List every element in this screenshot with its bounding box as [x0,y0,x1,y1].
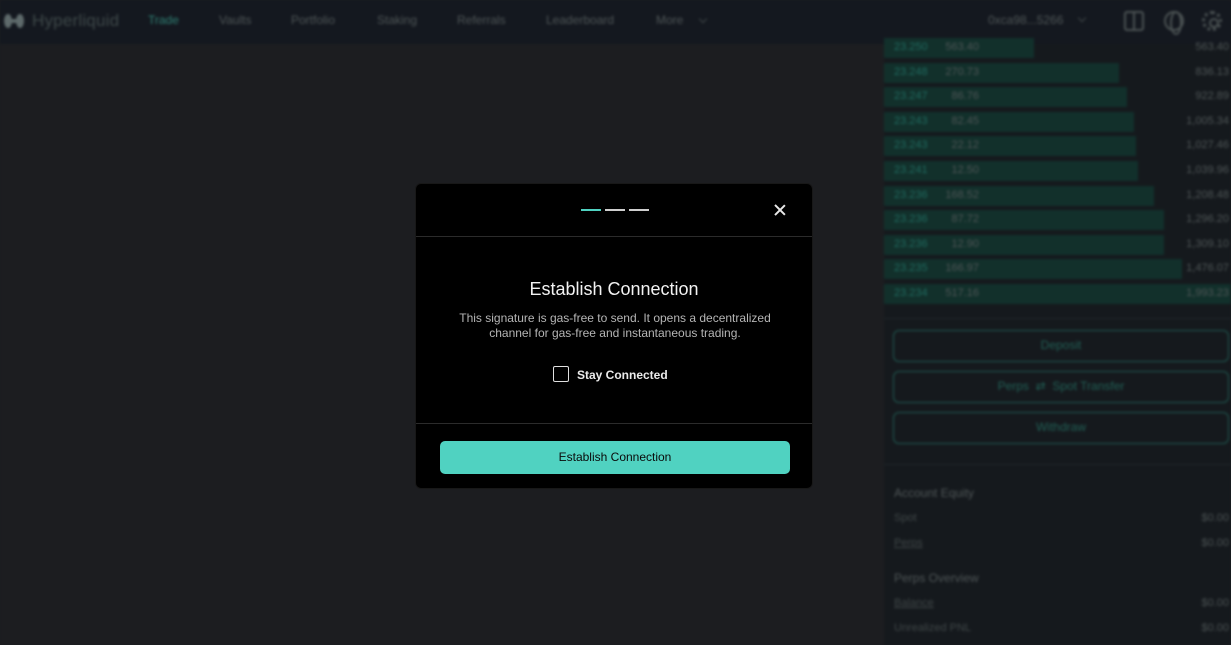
nav-leaderboard[interactable]: Leaderboard [546,13,614,27]
unrealized-pnl-value: $0.00 [1201,622,1229,634]
order-book-total: 1,296.20 [1186,213,1229,226]
balance-row: Balance $0.00 [894,597,1229,609]
perps-spot-transfer-button[interactable]: Perps ⇄ Spot Transfer [893,371,1229,403]
order-book-total: 836.13 [1195,65,1229,78]
perps-value: $0.00 [1201,537,1229,549]
order-book-row[interactable]: 23.247 86.76 922.89 [884,85,1231,108]
order-book-row[interactable]: 23.243 82.45 1,005.34 [884,110,1231,132]
order-book-total: 1,993.23 [1186,287,1229,299]
nav-vaults[interactable]: Vaults [219,13,251,27]
right-panel: 23.250 563.40 563.40 23.248 270.73 836.13 23.2… [884,38,1231,645]
stay-connected-toggle[interactable]: Stay Connected [553,365,668,383]
account-address-dropdown[interactable]: 0xca98...5266 [988,13,1087,27]
unrealized-pnl-row: Unrealized PNL $0.00 [894,622,1229,634]
order-book-size: 22.12 [951,139,979,152]
step-dash [605,209,625,211]
order-book-total: 563.40 [1195,41,1229,53]
divider [884,464,1231,465]
globe-icon[interactable] [1164,11,1184,35]
order-book-total: 1,005.34 [1186,114,1229,127]
gear-icon[interactable] [1202,11,1222,31]
step-dash [629,209,649,211]
establish-connection-button[interactable]: Establish Connection [440,441,790,474]
order-book-total: 1,039.96 [1186,164,1229,176]
divider [884,318,1231,319]
order-book-row[interactable]: 23.236 87.72 1,296.20 [884,208,1231,231]
order-book-size: 166.97 [945,262,979,275]
order-book-size: 517.16 [945,287,979,299]
order-book-size: 82.45 [951,114,979,127]
chevron-down-icon [1078,13,1087,23]
withdraw-button[interactable]: Withdraw [893,412,1229,444]
divider [416,423,812,424]
order-book-size: 12.90 [951,237,979,250]
balance-value: $0.00 [1201,597,1229,609]
nav-trade[interactable]: Trade [148,13,179,27]
deposit-button[interactable]: Deposit [893,330,1229,362]
chevron-down-icon [698,14,708,24]
order-book-row[interactable]: 23.248 270.73 836.13 [884,61,1231,83]
order-book-total: 1,027.46 [1186,139,1229,152]
logo[interactable]: Hyperliquid [4,10,119,32]
modal-header [416,184,812,237]
order-book-row[interactable]: 23.235 166.97 1,476.07 [884,257,1231,280]
order-book-row[interactable]: 23.236 12.90 1,309.10 [884,233,1231,255]
order-book-row[interactable]: 23.243 22.12 1,027.46 [884,134,1231,157]
spot-equity-row: Spot $0.00 [894,512,1229,524]
nav-referrals[interactable]: Referrals [457,13,506,27]
order-book-size: 270.73 [945,65,979,78]
nav-staking[interactable]: Staking [377,13,417,27]
unrealized-pnl-label: Unrealized PNL [894,622,972,634]
nav-more[interactable]: More [656,13,683,27]
order-book-total: 1,476.07 [1186,262,1229,275]
account-address: 0xca98...5266 [988,13,1064,27]
order-book-row[interactable]: 23.241 12.50 1,039.96 [884,159,1231,181]
step-dash [581,209,601,211]
spot-transfer-label: Spot Transfer [1052,379,1125,393]
order-book-size: 87.72 [951,213,979,226]
account-equity-heading: Account Equity [894,486,975,500]
balance-label[interactable]: Balance [894,597,934,609]
order-book-size: 86.76 [951,90,979,103]
logo-text: Hyperliquid [32,11,120,30]
modal-title: Establish Connection [529,279,699,299]
perps-label: Perps [997,379,1029,393]
order-book-size: 563.40 [945,41,979,53]
order-book-row[interactable]: 23.236 168.52 1,208.48 [884,184,1231,206]
spot-label: Spot [894,512,917,524]
spot-value: $0.00 [1201,512,1229,524]
hyperliquid-logo-icon [4,14,24,28]
stay-connected-checkbox[interactable] [553,366,569,382]
perps-equity-label[interactable]: Perps [894,537,923,549]
order-book-size: 168.52 [945,188,979,201]
order-book-row[interactable]: 23.250 563.40 563.40 [884,36,1231,58]
order-book-size: 12.50 [951,164,979,176]
order-book-total: 1,208.48 [1186,188,1229,201]
nav-portfolio[interactable]: Portfolio [291,13,335,27]
establish-connection-modal: Establish Connection This signature is g… [415,183,813,489]
book-icon[interactable] [1124,11,1144,31]
transfer-arrows-icon: ⇄ [1032,379,1050,393]
perps-equity-row: Perps $0.00 [894,537,1229,549]
stay-connected-label: Stay Connected [577,368,668,382]
modal-description: This signature is gas-free to send. It o… [459,311,771,340]
order-book-total: 1,309.10 [1186,237,1229,250]
order-book-total: 922.89 [1195,90,1229,103]
perps-overview-heading: Perps Overview [894,571,979,585]
close-icon[interactable] [771,201,789,219]
order-book-row[interactable]: 23.234 517.16 1,993.23 [884,282,1231,304]
